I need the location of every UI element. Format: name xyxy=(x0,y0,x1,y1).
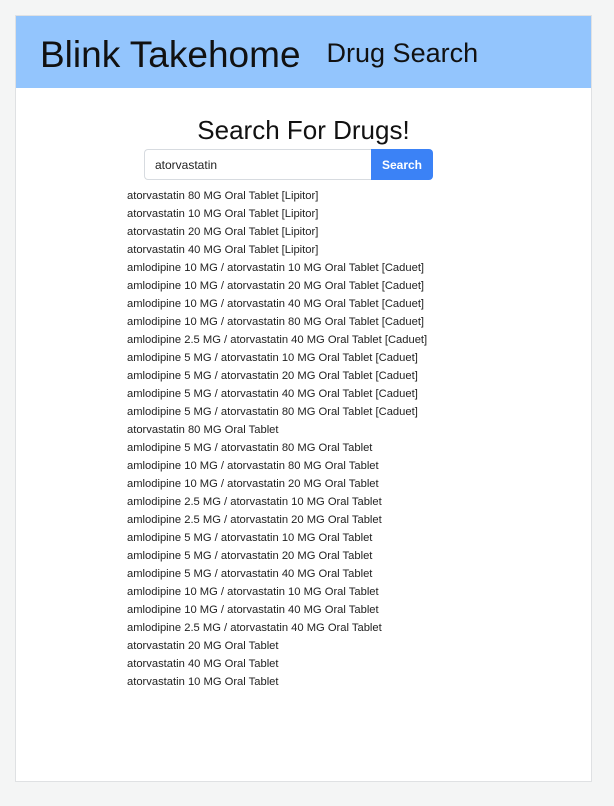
result-item: amlodipine 10 MG / atorvastatin 80 MG Or… xyxy=(127,460,379,472)
result-item: atorvastatin 20 MG Oral Tablet [Lipitor] xyxy=(127,226,319,238)
result-item: atorvastatin 10 MG Oral Tablet xyxy=(127,676,279,688)
result-item: amlodipine 2.5 MG / atorvastatin 40 MG O… xyxy=(127,334,428,346)
nav-link-drug-search[interactable]: Drug Search xyxy=(327,38,479,69)
result-item: amlodipine 2.5 MG / atorvastatin 20 MG O… xyxy=(127,514,382,526)
result-item: atorvastatin 40 MG Oral Tablet xyxy=(127,658,279,670)
result-item: atorvastatin 80 MG Oral Tablet [Lipitor] xyxy=(127,190,319,202)
result-item: atorvastatin 80 MG Oral Tablet xyxy=(127,424,279,436)
results-list: atorvastatin 80 MG Oral Tablet [Lipitor]… xyxy=(127,187,427,691)
result-item: atorvastatin 10 MG Oral Tablet [Lipitor] xyxy=(127,208,319,220)
result-item: amlodipine 2.5 MG / atorvastatin 10 MG O… xyxy=(127,496,382,508)
search-button[interactable]: Search xyxy=(371,149,433,180)
result-item: amlodipine 10 MG / atorvastatin 20 MG Or… xyxy=(127,478,379,490)
result-item: amlodipine 5 MG / atorvastatin 10 MG Ora… xyxy=(127,532,373,544)
result-item: amlodipine 5 MG / atorvastatin 40 MG Ora… xyxy=(127,568,373,580)
result-item: amlodipine 5 MG / atorvastatin 10 MG Ora… xyxy=(127,352,418,364)
result-item: amlodipine 10 MG / atorvastatin 40 MG Or… xyxy=(127,604,379,616)
header-bar: Blink Takehome Drug Search xyxy=(16,16,591,88)
result-item: amlodipine 10 MG / atorvastatin 10 MG Or… xyxy=(127,262,425,274)
result-item: amlodipine 5 MG / atorvastatin 80 MG Ora… xyxy=(127,406,418,418)
page-title: Search For Drugs! xyxy=(197,115,410,145)
search-bar: Search xyxy=(144,149,434,180)
result-item: atorvastatin 20 MG Oral Tablet xyxy=(127,640,279,652)
result-item: amlodipine 5 MG / atorvastatin 40 MG Ora… xyxy=(127,388,418,400)
result-item: amlodipine 5 MG / atorvastatin 80 MG Ora… xyxy=(127,442,373,454)
result-item: amlodipine 10 MG / atorvastatin 80 MG Or… xyxy=(127,316,425,328)
result-item: atorvastatin 40 MG Oral Tablet [Lipitor] xyxy=(127,244,319,256)
brand-title[interactable]: Blink Takehome xyxy=(40,34,301,76)
search-input[interactable] xyxy=(144,149,371,180)
result-item: amlodipine 10 MG / atorvastatin 40 MG Or… xyxy=(127,298,425,310)
result-item: amlodipine 5 MG / atorvastatin 20 MG Ora… xyxy=(127,370,418,382)
result-item: amlodipine 10 MG / atorvastatin 10 MG Or… xyxy=(127,586,379,598)
result-item: amlodipine 10 MG / atorvastatin 20 MG Or… xyxy=(127,280,425,292)
result-item: amlodipine 2.5 MG / atorvastatin 40 MG O… xyxy=(127,622,382,634)
result-item: amlodipine 5 MG / atorvastatin 20 MG Ora… xyxy=(127,550,373,562)
